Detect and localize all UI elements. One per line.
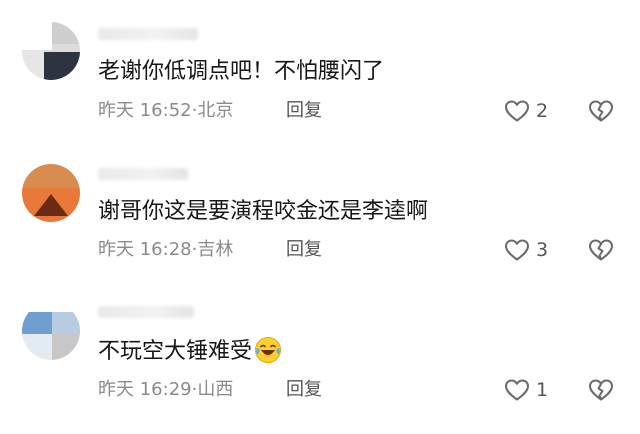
comment-time: 昨天 16:52 bbox=[98, 100, 192, 121]
like-count: 3 bbox=[536, 239, 549, 261]
heart-outline-icon bbox=[505, 100, 529, 122]
username-blurred[interactable] bbox=[98, 28, 198, 40]
comment-time: 昨天 16:28 bbox=[98, 239, 192, 260]
comment-meta: 昨天 16:28·吉林 bbox=[98, 238, 233, 262]
comment-text: 谢哥你这是要演程咬金还是李逵啊 bbox=[98, 199, 429, 224]
comment-item: 谢哥你这是要演程咬金还是李逵啊 昨天 16:28·吉林 回复 3 bbox=[0, 152, 640, 292]
like-count: 2 bbox=[536, 100, 549, 122]
avatar[interactable] bbox=[22, 302, 80, 360]
comment-time: 昨天 16:29 bbox=[98, 379, 192, 400]
comment-location: 吉林 bbox=[197, 239, 234, 260]
comment-meta: 昨天 16:29·山西 bbox=[98, 378, 233, 402]
comment-item: 老谢你低调点吧！不怕腰闪了 昨天 16:52·北京 回复 2 bbox=[0, 0, 640, 140]
heart-outline-icon bbox=[505, 379, 529, 401]
dislike-button[interactable] bbox=[588, 378, 614, 406]
avatar-mountain-shape bbox=[34, 194, 68, 216]
dislike-button[interactable] bbox=[588, 99, 614, 127]
comment-location: 北京 bbox=[197, 100, 234, 121]
broken-heart-icon bbox=[589, 239, 613, 261]
laughing-tears-emoji bbox=[255, 337, 282, 363]
comment-text: 老谢你低调点吧！不怕腰闪了 bbox=[98, 59, 385, 84]
comment-item: 不玩空大锤难受 昨天 16:29·山西 回复 1 bbox=[0, 294, 640, 434]
like-button[interactable]: 2 bbox=[504, 98, 548, 124]
broken-heart-icon bbox=[589, 100, 613, 122]
username-blurred[interactable] bbox=[98, 168, 188, 180]
avatar[interactable] bbox=[22, 22, 80, 80]
avatar[interactable] bbox=[22, 164, 80, 222]
comment-text: 不玩空大锤难受 bbox=[98, 339, 253, 364]
comment-meta: 昨天 16:52·北京 bbox=[98, 99, 233, 123]
broken-heart-icon bbox=[589, 379, 613, 401]
comment-location: 山西 bbox=[197, 379, 234, 400]
like-button[interactable]: 3 bbox=[504, 237, 548, 263]
like-button[interactable]: 1 bbox=[504, 377, 548, 403]
reply-button[interactable]: 回复 bbox=[286, 238, 322, 262]
comment-text-row: 不玩空大锤难受 bbox=[98, 336, 282, 367]
heart-outline-icon bbox=[505, 239, 529, 261]
reply-button[interactable]: 回复 bbox=[286, 378, 322, 402]
like-count: 1 bbox=[536, 379, 549, 401]
username-blurred[interactable] bbox=[98, 306, 194, 318]
dislike-button[interactable] bbox=[588, 238, 614, 266]
reply-button[interactable]: 回复 bbox=[286, 99, 322, 123]
